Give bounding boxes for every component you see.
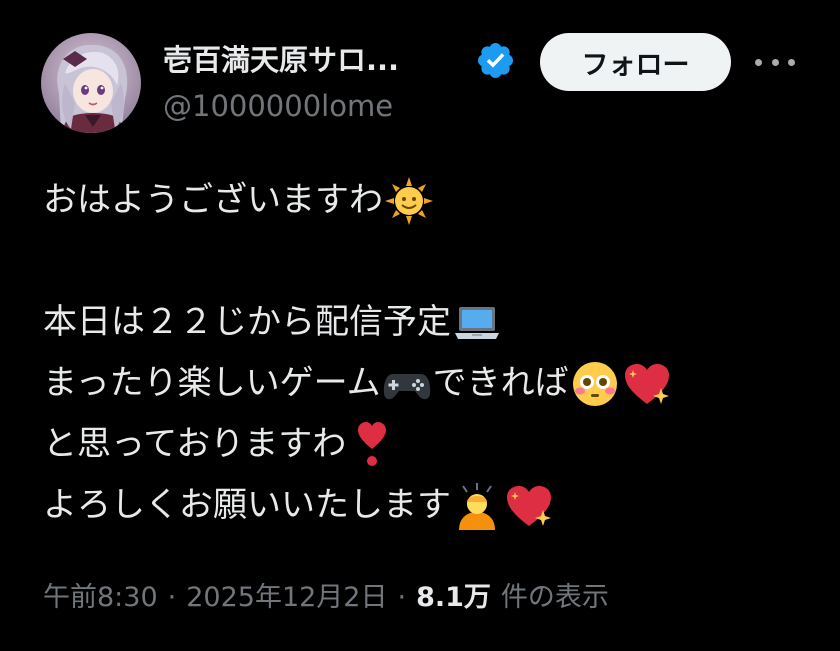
tweet-text: おはようございますわ 本日は２２じから配信予定 まったり楽しいゲーム できれば … (43, 170, 823, 536)
avatar[interactable] (41, 33, 141, 133)
tweet-line: おはようございますわ (43, 170, 823, 231)
verified-badge-icon[interactable] (475, 40, 516, 81)
tweet-line-text: と思っておりますわ (43, 424, 347, 464)
tweet-line-text: 本日は２２じから配信予定 (43, 302, 451, 342)
tweet-line-text: できれば (432, 363, 569, 403)
bowing-person-emoji-icon (451, 480, 503, 532)
tweet-line: よろしくお願いいたします (43, 475, 823, 536)
tweet-time[interactable]: 午前8:30 (43, 578, 158, 618)
meta-separator: · (397, 582, 407, 613)
sparkling-heart-emoji-icon (503, 480, 555, 532)
tweet-line: 本日は２２じから配信予定 (43, 292, 823, 353)
exclamation-heart-emoji-icon (346, 419, 398, 471)
tweet-line: と思っておりますわ (43, 414, 823, 475)
tweet-meta: 午前8:30 · 2025年12月2日 · 8.1万 件の表示 (43, 578, 609, 618)
tweet-line: まったり楽しいゲーム できれば (43, 353, 823, 414)
more-dots-icon[interactable] (755, 50, 795, 74)
views-label: 件の表示 (500, 582, 609, 613)
tweet-line-text: おはようございますわ (43, 180, 383, 220)
tweet-date[interactable]: 2025年12月2日 (186, 578, 387, 618)
laptop-emoji-icon (451, 297, 503, 349)
tweet-line-text: よろしくお願いいたします (43, 485, 451, 525)
meta-separator: · (167, 582, 177, 613)
sparkling-heart-emoji-icon (621, 358, 673, 410)
author-display-name[interactable]: 壱百満天原サロ... (163, 40, 399, 80)
game-controller-emoji-icon (381, 358, 433, 410)
follow-button[interactable]: フォロー (540, 33, 731, 91)
sun-face-emoji-icon (383, 175, 435, 227)
author-handle[interactable]: @1000000lome (163, 86, 393, 126)
avatar-image (41, 33, 141, 133)
tweet-line-text: まったり楽しいゲーム (43, 363, 381, 403)
views-count[interactable]: 8.1万 (416, 578, 491, 618)
flushed-face-emoji-icon (569, 358, 621, 410)
